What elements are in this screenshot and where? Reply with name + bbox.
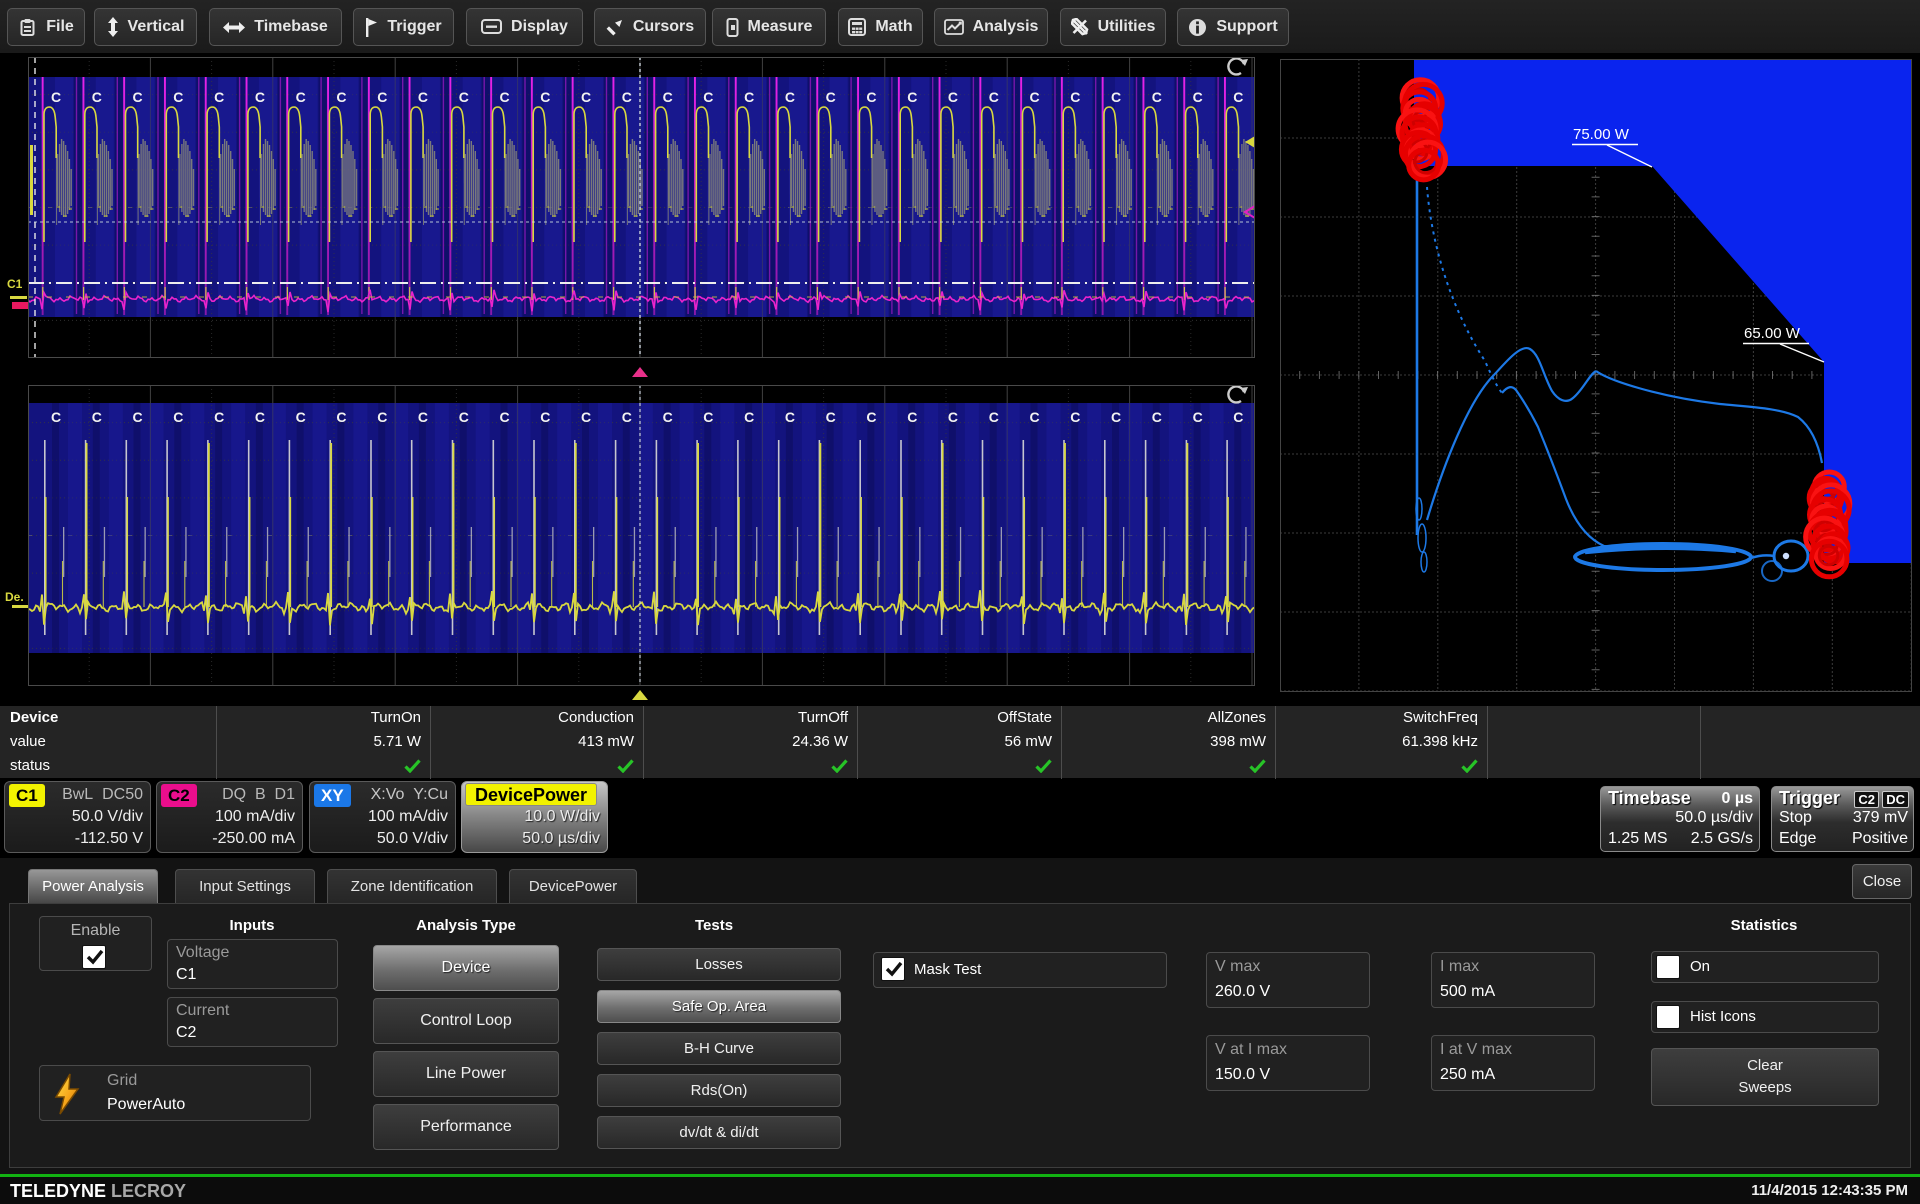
svg-text:75.00 W: 75.00 W <box>1573 126 1630 143</box>
svg-text:65.00 W: 65.00 W <box>1744 325 1801 342</box>
